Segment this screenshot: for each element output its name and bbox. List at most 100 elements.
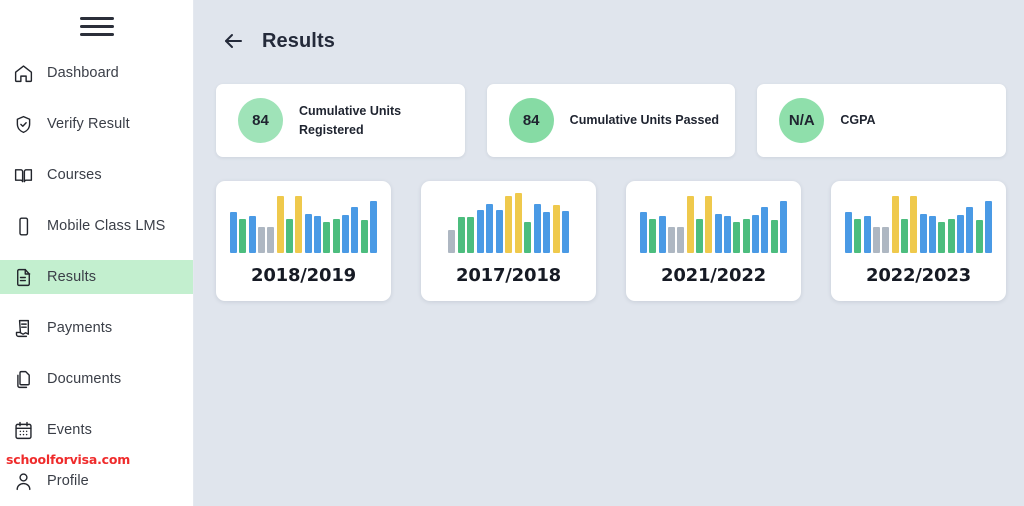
bar [891,196,899,253]
bar [752,214,759,253]
shield-check-icon [8,112,38,136]
calendar-icon [8,418,38,442]
sidebar-item-label: Profile [47,473,89,489]
sidebar-item-label: Documents [47,371,122,387]
bar [239,218,247,253]
bar [524,222,531,253]
hamburger-icon [80,12,114,41]
sidebar-item-courses[interactable]: Courses [0,158,193,192]
sidebar-item-verify-result[interactable]: Verify Result [0,107,193,141]
sidebar-nav: Dashboard Verify Result Courses Mobile Clas… [0,56,193,498]
bar [705,196,713,253]
sidebar-item-label: Events [47,422,92,438]
bar [770,219,778,253]
bar [351,206,359,253]
sidebar-item-mobile-class-lms[interactable]: Mobile Class LMS [0,209,193,243]
result-chart-card[interactable]: 2017/2018 [421,181,596,301]
sidebar-item-documents[interactable]: Documents [0,362,193,396]
bar [649,218,657,253]
sidebar-item-results[interactable]: Results [0,260,193,294]
bar [248,215,256,253]
bar [742,218,750,253]
chart-year-label: 2022/2023 [866,265,971,286]
bar [286,218,293,253]
bar [910,196,918,253]
stat-label: Cumulative Units Registered [299,104,402,137]
bar [854,218,862,253]
bar [873,227,880,253]
stat-label: Cumulative Units Passed [569,113,720,128]
document-icon [8,265,38,289]
home-icon [8,61,38,85]
page-title: Results [262,29,335,52]
stat-card[interactable]: 84 Cumulative Units Registered [216,84,465,157]
result-chart-card[interactable]: 2018/2019 [216,181,391,301]
sidebar-item-profile[interactable]: Profile [0,464,193,498]
bar [714,213,722,253]
bar [267,227,275,253]
chart-year-label: 2018/2019 [251,265,356,286]
result-chart-card[interactable]: 2021/2022 [626,181,801,301]
hamburger-menu-button[interactable] [0,0,194,52]
bar [966,206,974,253]
bar-chart [216,191,391,253]
bar [342,214,349,253]
bar [495,209,503,253]
chart-cards-row: 2018/2019 2017/2018 2021/2022 2022/2023 [194,157,1024,301]
bar [448,230,455,253]
bar [929,215,936,253]
bar [323,222,331,253]
stat-label: CGPA [840,113,876,128]
bar [863,215,871,253]
bar [975,219,983,253]
sidebar: Dashboard Verify Result Courses Mobile Clas… [0,0,194,506]
bar [919,213,927,253]
bar [543,211,550,253]
copy-docs-icon [8,367,38,391]
book-icon [8,163,38,187]
sidebar-item-dashboard[interactable]: Dashboard [0,56,193,90]
user-icon [8,469,38,493]
receipt-icon [8,316,38,340]
bar [304,213,312,253]
result-chart-card[interactable]: 2022/2023 [831,181,1006,301]
bar [938,222,946,253]
sidebar-item-label: Mobile Class LMS [47,218,166,234]
bar [845,211,852,253]
bar [696,218,703,253]
bar [276,196,284,253]
app-root: Dashboard Verify Result Courses Mobile Clas… [0,0,1024,506]
bar [985,201,992,253]
bar [295,196,303,253]
bar [457,216,465,253]
bar [780,201,787,253]
bar [505,196,512,253]
bar [957,214,964,253]
bar-chart [626,191,801,253]
page-header: Results [194,0,1024,54]
chart-year-label: 2021/2022 [661,265,766,286]
bar [533,204,541,253]
bar [514,193,522,253]
bar [360,219,368,253]
bar-chart [421,191,596,253]
bar [640,211,647,253]
bar [668,227,675,253]
mobile-icon [8,214,38,238]
bar [370,201,377,253]
sidebar-item-events[interactable]: Events [0,413,193,447]
stat-card[interactable]: 84 Cumulative Units Passed [486,84,736,157]
bar-chart [831,191,1006,253]
sidebar-item-label: Courses [47,167,102,183]
sidebar-item-payments[interactable]: Payments [0,311,193,345]
arrow-left-icon[interactable] [220,28,246,54]
bar [332,218,340,253]
bar [467,216,474,253]
stat-card[interactable]: N/A CGPA [757,84,1007,157]
bar [677,227,685,253]
bar [314,215,321,253]
bar [761,206,769,253]
sidebar-item-label: Verify Result [47,116,130,132]
sidebar-item-label: Results [47,269,97,285]
bar [686,196,694,253]
